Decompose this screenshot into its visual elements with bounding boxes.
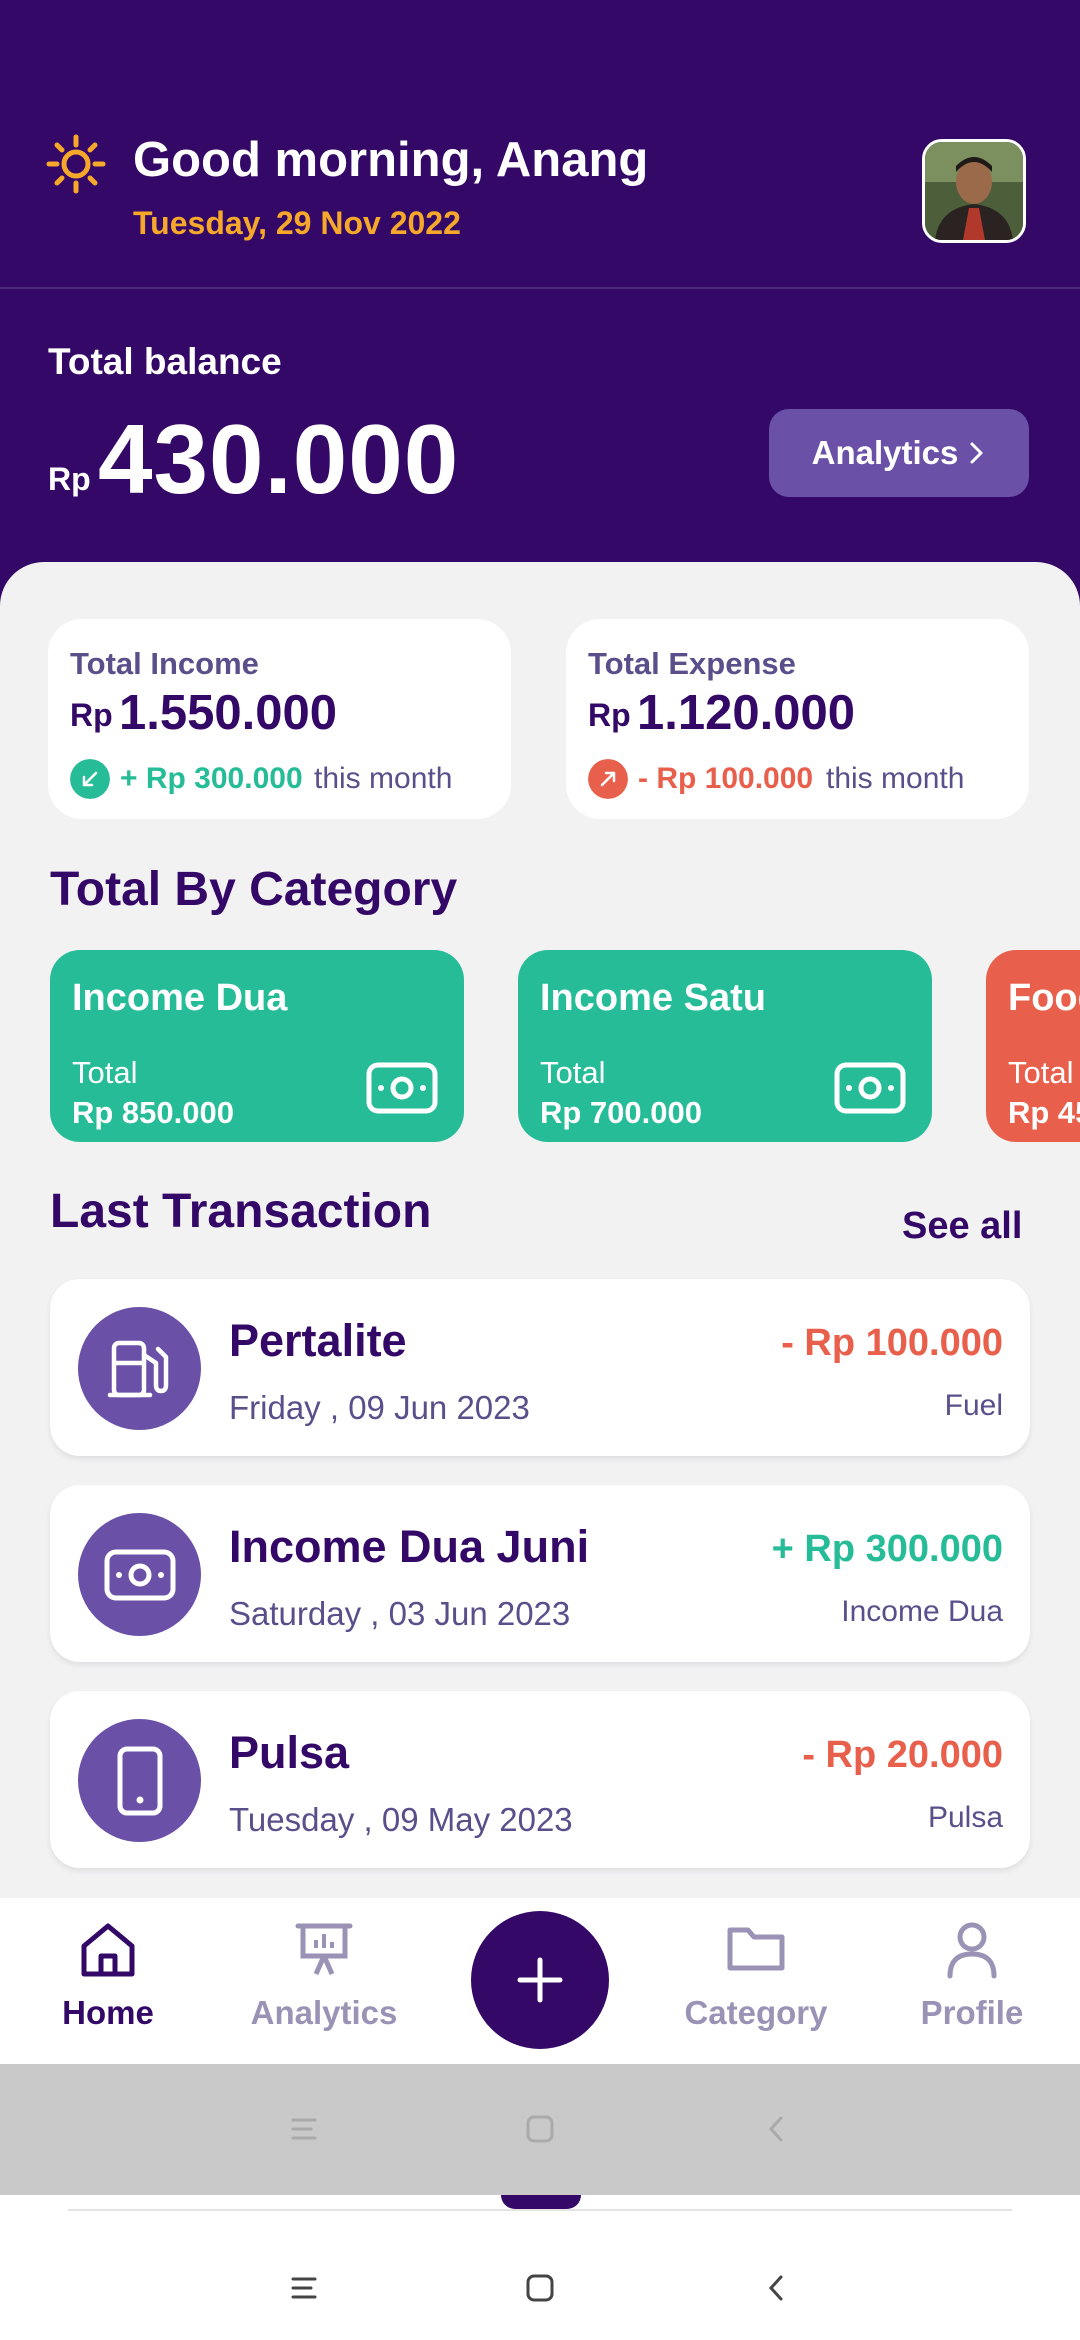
expense-delta: - Rp 100.000 [638,762,814,795]
transaction-date: Tuesday , 09 May 2023 [229,1801,573,1838]
expense-period: this month [826,762,965,795]
back-icon[interactable] [761,2114,791,2144]
category-total: Rp 450.000 [1008,1095,1080,1130]
bar-divider [68,2209,1012,2211]
nav-category-label: Category [684,1994,828,2031]
transaction-amount: - Rp 20.000 [802,1734,1003,1776]
current-date: Tuesday, 29 Nov 2022 [133,205,461,241]
money-icon [366,1062,438,1114]
analytics-button-label: Analytics [811,434,959,471]
transaction-amount: + Rp 300.000 [771,1528,1003,1570]
nav-profile[interactable]: Profile [882,1918,1062,2048]
income-title: Total Income [70,646,259,681]
arrow-down-left-icon [70,759,110,799]
transaction-item[interactable]: Income Dua Juni Saturday , 03 Jun 2023 +… [50,1485,1030,1662]
transaction-icon [78,1307,201,1430]
transaction-title: Income Dua Juni [229,1521,590,1572]
income-currency: Rp [70,697,113,733]
phone-icon [117,1746,162,1815]
transaction-item[interactable]: Pertalite Friday , 09 Jun 2023 - Rp 100.… [50,1279,1030,1456]
category-total-label: Total [72,1055,138,1090]
category-card[interactable]: Food Total Rp 450.000 [986,950,1080,1142]
balance-currency: Rp [48,461,91,497]
add-transaction-button[interactable] [471,1911,609,2049]
transaction-category: Fuel [944,1389,1003,1422]
transaction-title: Pulsa [229,1727,350,1778]
nav-home[interactable]: Home [18,1918,198,2048]
nav-category[interactable]: Category [666,1918,846,2048]
category-card[interactable]: Income Dua Total Rp 850.000 [50,950,464,1142]
fuel-icon [107,1340,168,1397]
user-icon [947,1922,997,1979]
home-icon [81,1923,135,1977]
category-name: Income Dua [72,977,288,1019]
nav-analytics[interactable]: Analytics [234,1918,414,2048]
avatar-photo-icon [925,142,1023,240]
nav-profile-label: Profile [920,1994,1024,2031]
menu-icon[interactable] [289,2114,319,2144]
balance-label: Total balance [48,341,282,382]
money-icon [834,1062,906,1114]
category-total: Rp 700.000 [540,1095,702,1130]
transaction-date: Friday , 09 Jun 2023 [229,1389,530,1426]
home-square-icon[interactable] [525,2273,555,2303]
transaction-icon [78,1719,201,1842]
transaction-icon [78,1513,201,1636]
income-summary-card: Total Income Rp 1.550.000 + Rp 300.000 t… [48,619,511,819]
menu-icon[interactable] [289,2273,319,2303]
nav-home-label: Home [62,1994,154,2031]
category-name: Food [1008,977,1080,1019]
category-total-label: Total [1008,1055,1074,1090]
arrow-up-right-icon [588,759,628,799]
chevron-right-icon [970,442,983,464]
transaction-category: Pulsa [927,1801,1003,1834]
folder-icon [727,1927,785,1971]
category-card-clip: Food Total Rp 450.000 [986,950,1080,1142]
money-icon [104,1549,175,1600]
analytics-button[interactable]: Analytics [769,409,1029,497]
category-name: Income Satu [540,977,766,1019]
income-amount: 1.550.000 [119,686,337,740]
plus-icon [517,1957,563,2003]
header-divider [0,287,1080,289]
back-icon[interactable] [761,2273,791,2303]
transaction-section-title: Last Transaction [50,1185,432,1238]
category-total-label: Total [540,1055,606,1090]
home-square-icon[interactable] [525,2114,555,2144]
nav-analytics-label: Analytics [250,1994,398,2031]
see-all-link[interactable]: See all [902,1205,1022,1248]
system-nav-bar [0,2195,1080,2340]
expense-title: Total Expense [588,646,796,681]
transaction-amount: - Rp 100.000 [781,1322,1003,1364]
presentation-chart-icon [295,1923,353,1976]
transaction-date: Saturday , 03 Jun 2023 [229,1595,571,1632]
category-card[interactable]: Income Satu Total Rp 700.000 [518,950,932,1142]
transaction-title: Pertalite [229,1315,407,1366]
category-section-title: Total By Category [50,863,458,916]
avatar[interactable] [922,139,1026,243]
greeting-text: Good morning, Anang [133,133,649,187]
transaction-category: Income Dua [841,1595,1003,1628]
income-period: this month [314,762,453,795]
transaction-item[interactable]: Pulsa Tuesday , 09 May 2023 - Rp 20.000 … [50,1691,1030,1868]
expense-amount: 1.120.000 [637,686,855,740]
category-total: Rp 850.000 [72,1095,234,1130]
expense-summary-card: Total Expense Rp 1.120.000 - Rp 100.000 … [566,619,1029,819]
income-delta: + Rp 300.000 [120,762,303,795]
balance-amount: 430.000 [98,404,460,514]
header [0,0,1080,640]
system-nav-bar-overlay [0,2064,1080,2195]
expense-currency: Rp [588,697,631,733]
sun-icon [46,134,106,194]
fab-edge [501,2195,581,2209]
